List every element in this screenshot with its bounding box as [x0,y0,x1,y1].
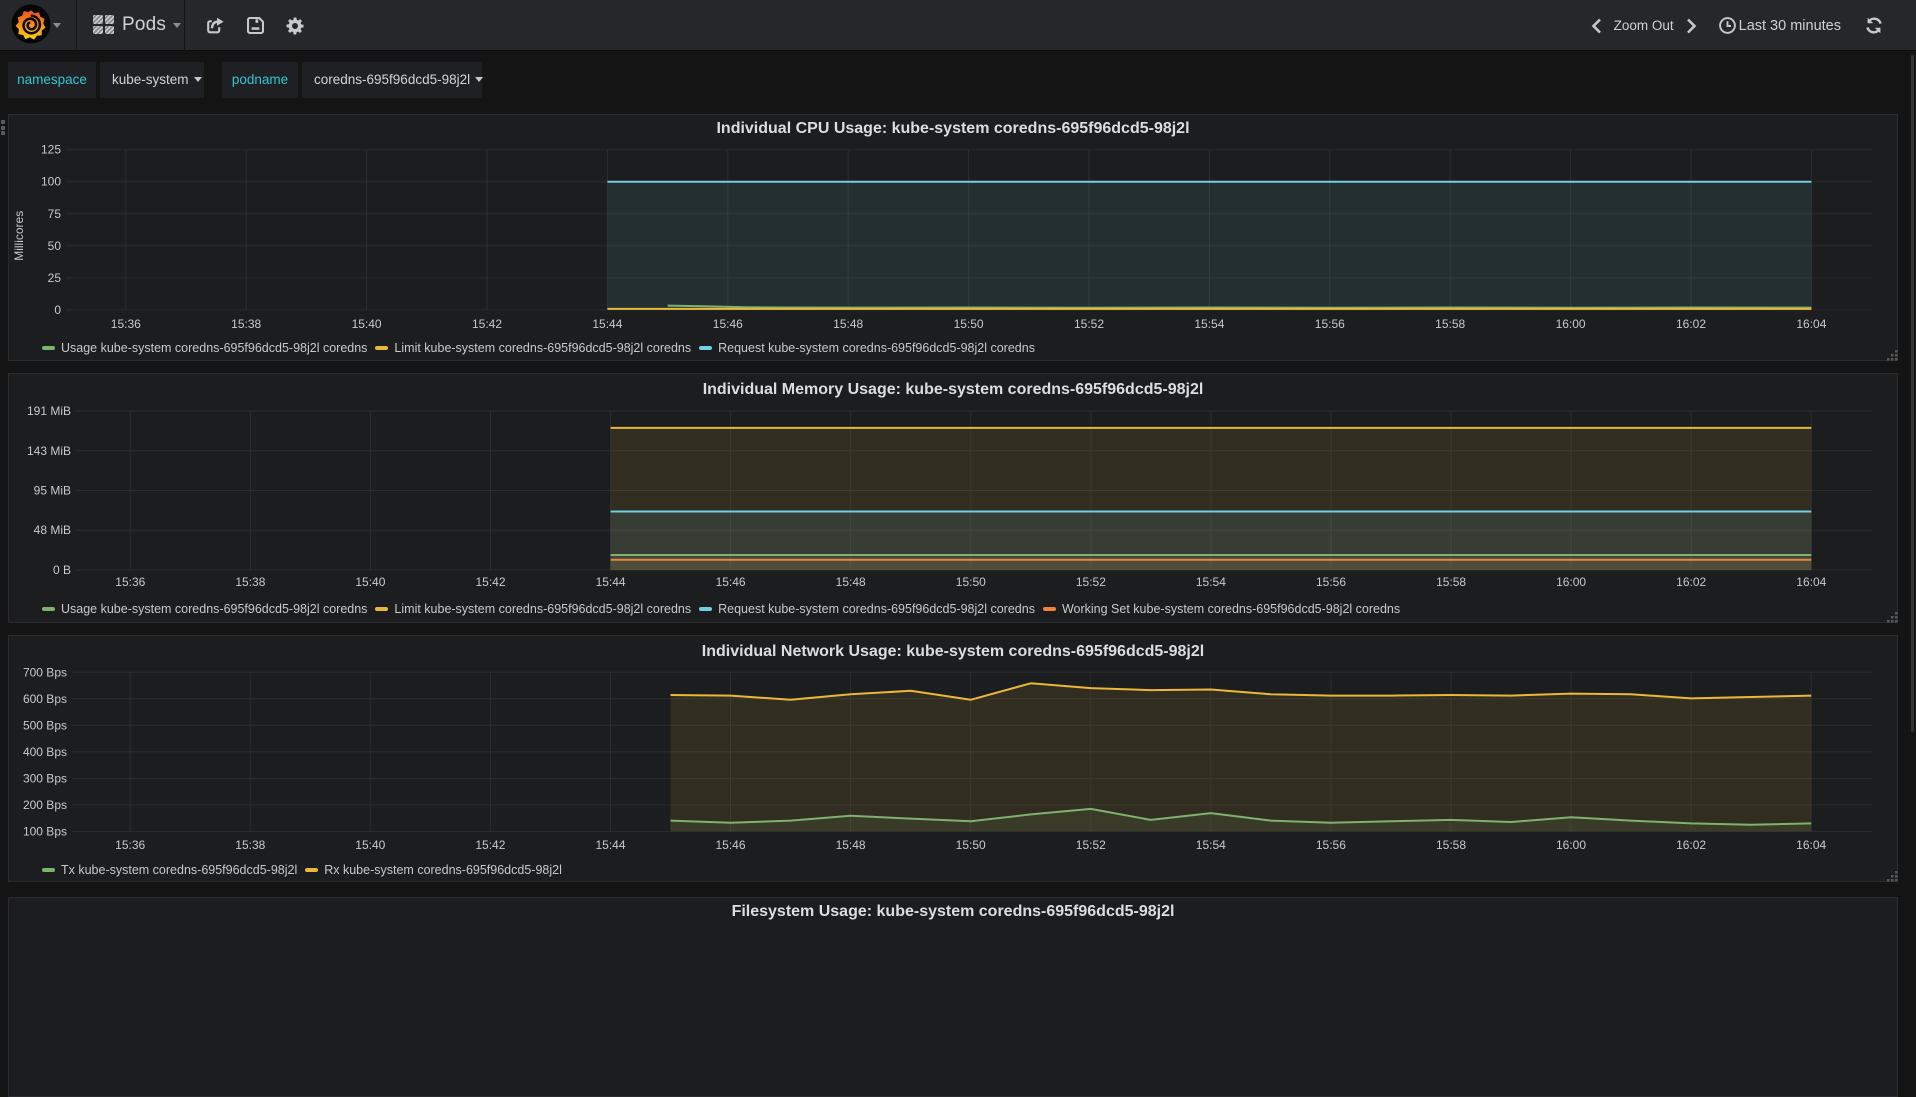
svg-text:Millicores: Millicores [12,211,26,261]
svg-text:15:36: 15:36 [115,838,145,852]
svg-text:16:02: 16:02 [1676,317,1706,331]
svg-text:15:36: 15:36 [111,317,141,331]
svg-text:16:02: 16:02 [1676,838,1706,852]
svg-text:15:58: 15:58 [1435,317,1465,331]
svg-text:0 B: 0 B [53,563,71,577]
svg-text:191 MiB: 191 MiB [27,404,71,418]
svg-text:0: 0 [54,303,61,317]
svg-text:16:04: 16:04 [1796,575,1826,589]
svg-text:15:58: 15:58 [1436,575,1466,589]
svg-text:15:44: 15:44 [596,575,626,589]
svg-text:15:54: 15:54 [1196,575,1226,589]
svg-text:15:50: 15:50 [956,575,986,589]
svg-text:16:00: 16:00 [1556,317,1586,331]
svg-text:15:50: 15:50 [954,317,984,331]
svg-text:15:52: 15:52 [1074,317,1104,331]
svg-text:15:40: 15:40 [352,317,382,331]
svg-text:500 Bps: 500 Bps [23,718,67,732]
svg-text:15:48: 15:48 [836,575,866,589]
svg-text:15:42: 15:42 [472,317,502,331]
svg-text:16:00: 16:00 [1556,838,1586,852]
svg-text:15:46: 15:46 [713,317,743,331]
svg-text:95 MiB: 95 MiB [34,484,71,498]
svg-text:100 Bps: 100 Bps [23,824,67,838]
svg-text:600 Bps: 600 Bps [23,692,67,706]
svg-text:16:02: 16:02 [1676,575,1706,589]
svg-text:143 MiB: 143 MiB [27,444,71,458]
svg-text:16:04: 16:04 [1796,317,1826,331]
svg-text:125: 125 [41,143,61,157]
svg-text:15:38: 15:38 [231,317,261,331]
svg-text:15:56: 15:56 [1315,317,1345,331]
svg-text:15:42: 15:42 [475,575,505,589]
svg-text:75: 75 [48,207,62,221]
svg-text:15:38: 15:38 [235,575,265,589]
svg-text:15:44: 15:44 [592,317,622,331]
svg-text:700 Bps: 700 Bps [23,665,67,679]
svg-text:15:56: 15:56 [1316,575,1346,589]
svg-text:400 Bps: 400 Bps [23,745,67,759]
svg-text:50: 50 [48,239,62,253]
svg-text:200 Bps: 200 Bps [23,798,67,812]
svg-text:15:52: 15:52 [1076,575,1106,589]
svg-text:15:36: 15:36 [115,575,145,589]
svg-text:100: 100 [41,175,61,189]
svg-text:15:58: 15:58 [1436,838,1466,852]
svg-text:15:46: 15:46 [716,575,746,589]
svg-text:15:50: 15:50 [956,838,986,852]
svg-text:15:42: 15:42 [475,838,505,852]
svg-text:15:54: 15:54 [1196,838,1226,852]
svg-text:16:04: 16:04 [1796,838,1826,852]
svg-text:15:56: 15:56 [1316,838,1346,852]
svg-text:15:38: 15:38 [235,838,265,852]
svg-text:25: 25 [48,271,62,285]
svg-text:15:48: 15:48 [833,317,863,331]
svg-text:15:54: 15:54 [1194,317,1224,331]
svg-text:15:40: 15:40 [355,838,385,852]
svg-text:48 MiB: 48 MiB [34,523,71,537]
svg-text:15:46: 15:46 [715,838,745,852]
svg-text:15:44: 15:44 [595,838,625,852]
svg-text:15:40: 15:40 [355,575,385,589]
svg-text:300 Bps: 300 Bps [23,771,67,785]
svg-text:15:48: 15:48 [836,838,866,852]
svg-text:15:52: 15:52 [1076,838,1106,852]
svg-text:16:00: 16:00 [1556,575,1586,589]
